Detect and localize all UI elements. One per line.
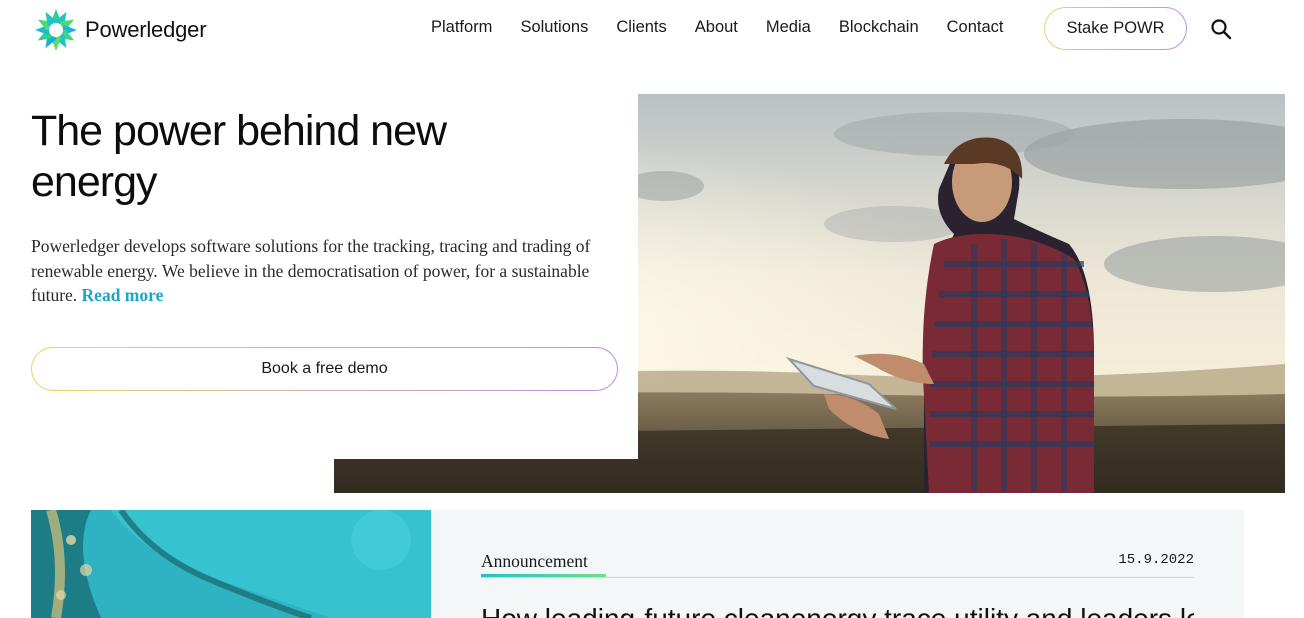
read-more-link[interactable]: Read more: [82, 285, 164, 305]
stake-powr-button[interactable]: Stake POWR: [1044, 7, 1187, 50]
nav-item-about[interactable]: About: [695, 17, 738, 37]
nav-item-contact[interactable]: Contact: [947, 17, 1004, 37]
nav-item-platform[interactable]: Platform: [431, 17, 492, 37]
nav-item-blockchain[interactable]: Blockchain: [839, 17, 919, 37]
nav-item-clients[interactable]: Clients: [616, 17, 666, 37]
news-divider: [481, 577, 1194, 578]
news-category-tag[interactable]: Announcement: [481, 551, 588, 575]
powerledger-logo-icon: [35, 9, 77, 51]
news-headline[interactable]: How leading-future cleanenergy trace uti…: [481, 602, 1194, 618]
nav-item-media[interactable]: Media: [766, 17, 811, 37]
book-demo-button[interactable]: Book a free demo: [31, 347, 618, 391]
nav-item-solutions[interactable]: Solutions: [520, 17, 588, 37]
news-date: 15.9.2022: [1118, 552, 1194, 568]
brand-logo[interactable]: Powerledger: [33, 8, 207, 52]
hero-title: The power behind new energy: [31, 107, 447, 206]
news-thumbnail[interactable]: [31, 510, 431, 618]
brand-name: Powerledger: [85, 17, 207, 42]
search-icon[interactable]: [1209, 17, 1233, 41]
main-nav: Platform Solutions Clients About Media B…: [431, 17, 1032, 37]
hero-description: Powerledger develops software solutions …: [31, 234, 591, 308]
